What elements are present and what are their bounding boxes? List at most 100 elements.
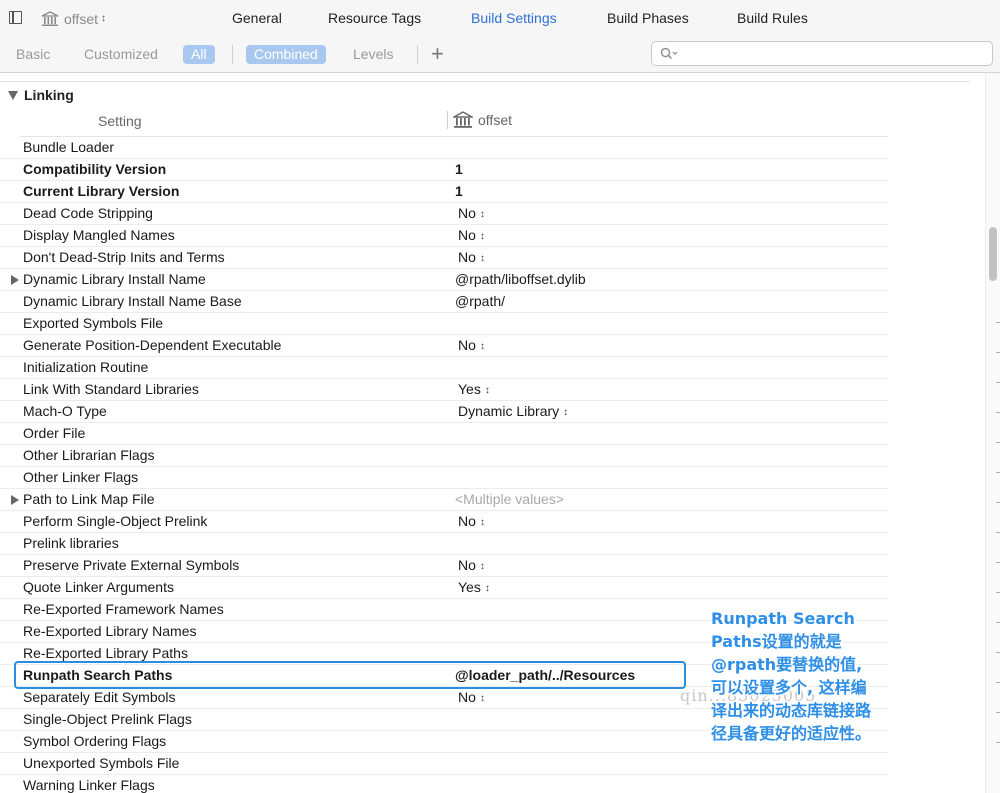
setting-name: Re-Exported Framework Names — [23, 601, 224, 617]
setting-value: No — [458, 205, 476, 221]
filter-all[interactable]: All — [183, 45, 215, 64]
setting-value[interactable]: <Multiple values> — [455, 489, 564, 510]
setting-row-quote-linker-arguments[interactable]: Quote Linker Arguments Yes ↕ — [0, 577, 888, 599]
filter-customized[interactable]: Customized — [84, 45, 158, 64]
setting-value-popup[interactable]: Dynamic Library ↕ — [458, 401, 568, 423]
scroll-marker — [996, 742, 1000, 743]
setting-row-generate-position-dependent-executable[interactable]: Generate Position-Dependent Executable N… — [0, 335, 888, 357]
filter-divider — [417, 45, 418, 64]
setting-name: Single-Object Prelink Flags — [23, 711, 192, 727]
scroll-marker — [996, 472, 1000, 473]
annotation-line: Paths设置的就是 — [711, 632, 842, 651]
setting-row-dead-code-stripping[interactable]: Dead Code Stripping No ↕ — [0, 203, 888, 225]
tab-build-settings[interactable]: Build Settings — [471, 10, 557, 26]
chevron-updown-icon: ↕ — [484, 583, 490, 594]
setting-row-preserve-private-external-symbols[interactable]: Preserve Private External Symbols No ↕ — [0, 555, 888, 577]
setting-row-path-to-link-map-file[interactable]: Path to Link Map File <Multiple values> — [0, 489, 888, 511]
setting-name: Preserve Private External Symbols — [23, 557, 240, 573]
setting-value[interactable]: 1 — [455, 181, 463, 202]
filter-combined[interactable]: Combined — [246, 45, 326, 64]
setting-row-warning-linker-flags[interactable]: Warning Linker Flags — [0, 775, 888, 793]
setting-name: Warning Linker Flags — [23, 777, 155, 793]
sidebar-toggle-icon[interactable] — [9, 11, 22, 24]
column-header-target[interactable]: offset — [453, 111, 512, 129]
scrollbar-thumb[interactable] — [989, 227, 997, 281]
target-building-icon — [453, 111, 473, 128]
setting-name: Runpath Search Paths — [23, 667, 173, 683]
setting-value-popup[interactable]: No ↕ — [458, 511, 485, 533]
tab-build-phases[interactable]: Build Phases — [607, 10, 689, 26]
annotation-callout: Runpath Search Paths设置的就是 @rpath要替换的值, 可… — [711, 607, 901, 745]
setting-name: Separately Edit Symbols — [23, 689, 176, 705]
setting-name: Link With Standard Libraries — [23, 381, 199, 397]
setting-row-display-mangled-names[interactable]: Display Mangled Names No ↕ — [0, 225, 888, 247]
chevron-updown-icon: ↕ — [479, 253, 485, 264]
chevron-updown-icon: ↕ — [479, 341, 485, 352]
vertical-scrollbar[interactable] — [985, 73, 1000, 793]
setting-value-popup[interactable]: No ↕ — [458, 687, 485, 709]
scroll-marker — [996, 682, 1000, 683]
setting-row-mach-o-type[interactable]: Mach-O Type Dynamic Library ↕ — [0, 401, 888, 423]
add-setting-button[interactable]: + — [431, 41, 444, 67]
target-selector[interactable]: offset ↕ — [41, 9, 106, 29]
setting-name: Other Librarian Flags — [23, 447, 155, 463]
setting-value[interactable]: @loader_path/../Resources — [455, 665, 635, 686]
search-input[interactable] — [684, 44, 988, 65]
setting-value[interactable]: 1 — [455, 159, 463, 180]
tab-resource-tags[interactable]: Resource Tags — [328, 10, 421, 26]
setting-value-popup[interactable]: Yes ↕ — [458, 577, 490, 599]
setting-name: Symbol Ordering Flags — [23, 733, 167, 749]
column-header-setting[interactable]: Setting — [98, 113, 142, 129]
search-field[interactable] — [651, 41, 993, 66]
setting-value: Dynamic Library — [458, 403, 560, 419]
disclosure-open-icon[interactable] — [8, 90, 18, 100]
section-header-linking[interactable]: Linking — [8, 87, 74, 103]
setting-row-link-with-standard-libraries[interactable]: Link With Standard Libraries Yes ↕ — [0, 379, 888, 401]
search-icon — [660, 47, 678, 60]
setting-name: Initialization Routine — [23, 359, 149, 375]
annotation-line: @rpath要替换的值, — [711, 655, 863, 674]
target-selector-label: offset — [64, 11, 98, 27]
annotation-line: 译出来的动态库链接路 — [711, 701, 872, 720]
setting-value: No — [458, 249, 476, 265]
setting-name: Exported Symbols File — [23, 315, 164, 331]
setting-value[interactable]: @rpath/liboffset.dylib — [455, 269, 586, 290]
setting-value-popup[interactable]: No ↕ — [458, 335, 485, 357]
setting-row-bundle-loader[interactable]: Bundle Loader — [0, 137, 888, 159]
setting-row-dynamic-library-install-name[interactable]: Dynamic Library Install Name @rpath/libo… — [0, 269, 888, 291]
tab-general[interactable]: General — [232, 10, 282, 26]
scroll-marker — [996, 382, 1000, 383]
setting-value: No — [458, 689, 476, 705]
setting-name: Re-Exported Library Paths — [23, 645, 188, 661]
setting-row-initialization-routine[interactable]: Initialization Routine — [0, 357, 888, 379]
setting-row-order-file[interactable]: Order File — [0, 423, 888, 445]
setting-value-popup[interactable]: No ↕ — [458, 247, 485, 269]
setting-name: Mach-O Type — [23, 403, 107, 419]
setting-value-popup[interactable]: No ↕ — [458, 225, 485, 247]
setting-row-other-librarian-flags[interactable]: Other Librarian Flags — [0, 445, 888, 467]
setting-row-exported-symbols-file[interactable]: Exported Symbols File — [0, 313, 888, 335]
setting-name: Dynamic Library Install Name — [23, 271, 206, 287]
setting-row-compatibility-version[interactable]: Compatibility Version 1 — [0, 159, 888, 181]
setting-name: Dead Code Stripping — [23, 205, 153, 221]
setting-row-dynamic-library-install-name-base[interactable]: Dynamic Library Install Name Base @rpath… — [0, 291, 888, 313]
setting-row-prelink-libraries[interactable]: Prelink libraries — [0, 533, 888, 555]
filter-basic[interactable]: Basic — [16, 45, 50, 64]
scroll-marker — [996, 322, 1000, 323]
setting-row-unexported-symbols-file[interactable]: Unexported Symbols File — [0, 753, 888, 775]
setting-name: Display Mangled Names — [23, 227, 175, 243]
setting-value-popup[interactable]: Yes ↕ — [458, 379, 490, 401]
setting-row-other-linker-flags[interactable]: Other Linker Flags — [0, 467, 888, 489]
setting-value[interactable]: @rpath/ — [455, 291, 505, 312]
tab-build-rules[interactable]: Build Rules — [737, 10, 808, 26]
filter-levels[interactable]: Levels — [353, 45, 393, 64]
setting-row-current-library-version[interactable]: Current Library Version 1 — [0, 181, 888, 203]
setting-value-popup[interactable]: No ↕ — [458, 555, 485, 577]
disclosure-closed-icon[interactable] — [11, 495, 19, 505]
chevron-updown-icon: ↕ — [101, 13, 106, 24]
setting-row-perform-single-object-prelink[interactable]: Perform Single-Object Prelink No ↕ — [0, 511, 888, 533]
setting-name: Compatibility Version — [23, 161, 167, 177]
setting-row-dont-dead-strip-inits[interactable]: Don't Dead-Strip Inits and Terms No ↕ — [0, 247, 888, 269]
setting-value-popup[interactable]: No ↕ — [458, 203, 485, 225]
disclosure-closed-icon[interactable] — [11, 275, 19, 285]
